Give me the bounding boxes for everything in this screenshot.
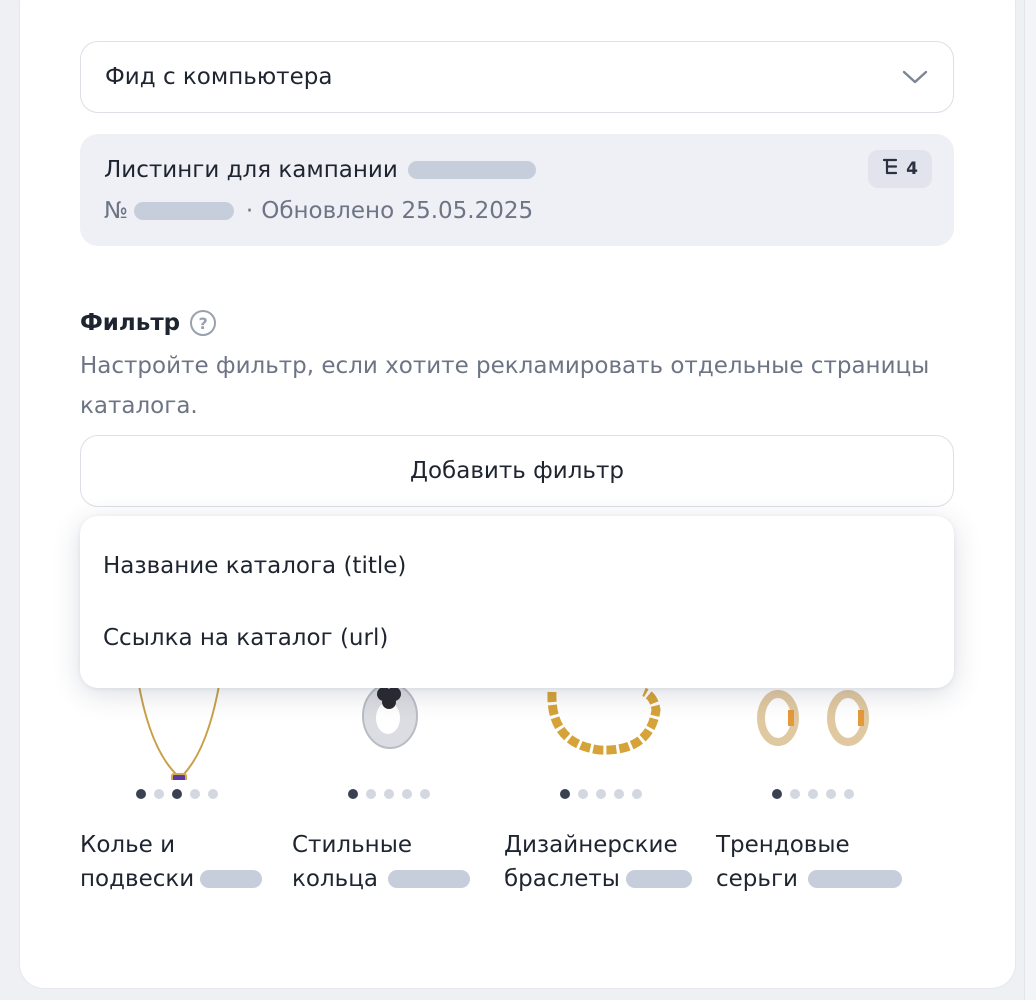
badge-count: 4 (906, 159, 918, 179)
filter-label: Фильтр (80, 310, 181, 336)
filter-field-menu: Название каталога (title) Ссылка на ката… (80, 516, 954, 688)
listing-meta-row: № · Обновлено 25.05.2025 (104, 197, 930, 225)
structure-count-badge[interactable]: 4 (868, 150, 932, 188)
help-icon[interactable]: ? (190, 310, 217, 336)
carousel-dots[interactable] (560, 789, 642, 799)
tree-structure-icon (882, 157, 900, 182)
carousel-dots[interactable] (772, 789, 854, 799)
feed-source-select[interactable]: Фид с компьютера (80, 41, 954, 113)
redacted-listing-number (133, 202, 234, 220)
scroll-edge (1024, 0, 1036, 1000)
updated-date: Обновлено 25.05.2025 (261, 198, 534, 224)
listing-title: Листинги для кампании (104, 157, 398, 183)
product-name[interactable]: Трендовые серьги (716, 828, 926, 896)
product-name[interactable]: Колье и подвески (80, 828, 290, 896)
redacted-price (200, 870, 263, 888)
redacted-price (807, 870, 902, 888)
redacted-price (387, 870, 470, 888)
menu-item-catalog-url[interactable]: Ссылка на каталог (url) (80, 602, 954, 674)
number-prefix: № (104, 198, 128, 224)
filter-description: Настройте фильтр, если хотите рекламиров… (80, 353, 930, 419)
add-filter-button[interactable]: Добавить фильтр (80, 435, 954, 507)
chevron-down-icon (901, 63, 929, 91)
feed-source-value: Фид с компьютера (105, 64, 333, 90)
product-name[interactable]: Дизайнерские браслеты (504, 828, 714, 896)
menu-item-catalog-title[interactable]: Название каталога (title) (80, 530, 954, 602)
listing-title-row: Листинги для кампании (104, 156, 930, 184)
carousel-dots[interactable] (136, 789, 218, 799)
redacted-campaign-name (407, 161, 536, 179)
carousel-dots[interactable] (348, 789, 430, 799)
product-name[interactable]: Стильные кольца (292, 828, 502, 896)
redacted-price (625, 870, 692, 888)
filter-heading: Фильтр ? (80, 310, 217, 336)
listing-info-card: Листинги для кампании № · Обновлено 25.0… (80, 134, 954, 246)
meta-separator: · (245, 198, 254, 224)
